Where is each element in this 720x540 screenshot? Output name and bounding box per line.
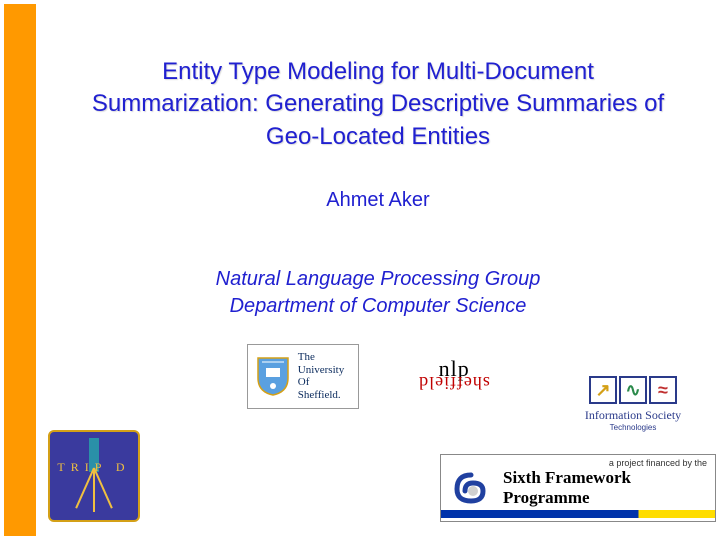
author-name: Ahmet Aker: [76, 189, 680, 212]
uos-line2: University: [298, 364, 344, 377]
slide-title: Entity Type Modeling for Multi-Document …: [76, 56, 680, 153]
sixth-framework-logo: a project financed by the Sixth Framewor…: [440, 454, 716, 522]
tripod-logo: TRIP D: [48, 430, 140, 522]
fp6-title: Sixth Framework Programme: [503, 468, 707, 508]
affiliation-line1: Natural Language Processing Group: [76, 266, 680, 293]
nlp-sheffield-logo: nlp sheffield: [399, 354, 509, 398]
fp6-color-bar: [441, 510, 715, 518]
uos-line4: Sheffield.: [298, 389, 344, 402]
tripod-text: TRIP D: [50, 460, 138, 475]
information-society-logo: ↗ ∿ ≈ Information Society Technologies: [568, 376, 698, 432]
fp6-tagline: a project financed by the: [441, 455, 715, 468]
uos-line3: Of: [298, 376, 344, 389]
uos-text: The University Of Sheffield.: [298, 351, 344, 402]
fp6-swirl-icon: [449, 471, 493, 505]
ist-caption: Information Society: [568, 408, 698, 423]
ist-subcaption: Technologies: [568, 423, 698, 432]
nlp-bottom-text: sheffield: [399, 372, 509, 393]
ist-icon: ↗ ∿ ≈: [568, 376, 698, 404]
affiliation-line2: Department of Computer Science: [76, 293, 680, 320]
slide-content: Entity Type Modeling for Multi-Document …: [36, 0, 720, 409]
affiliation: Natural Language Processing Group Depart…: [76, 266, 680, 320]
university-of-sheffield-logo: The University Of Sheffield.: [247, 344, 359, 409]
accent-bar: [4, 4, 36, 536]
uos-line1: The: [298, 351, 344, 364]
shield-icon: [256, 356, 290, 396]
